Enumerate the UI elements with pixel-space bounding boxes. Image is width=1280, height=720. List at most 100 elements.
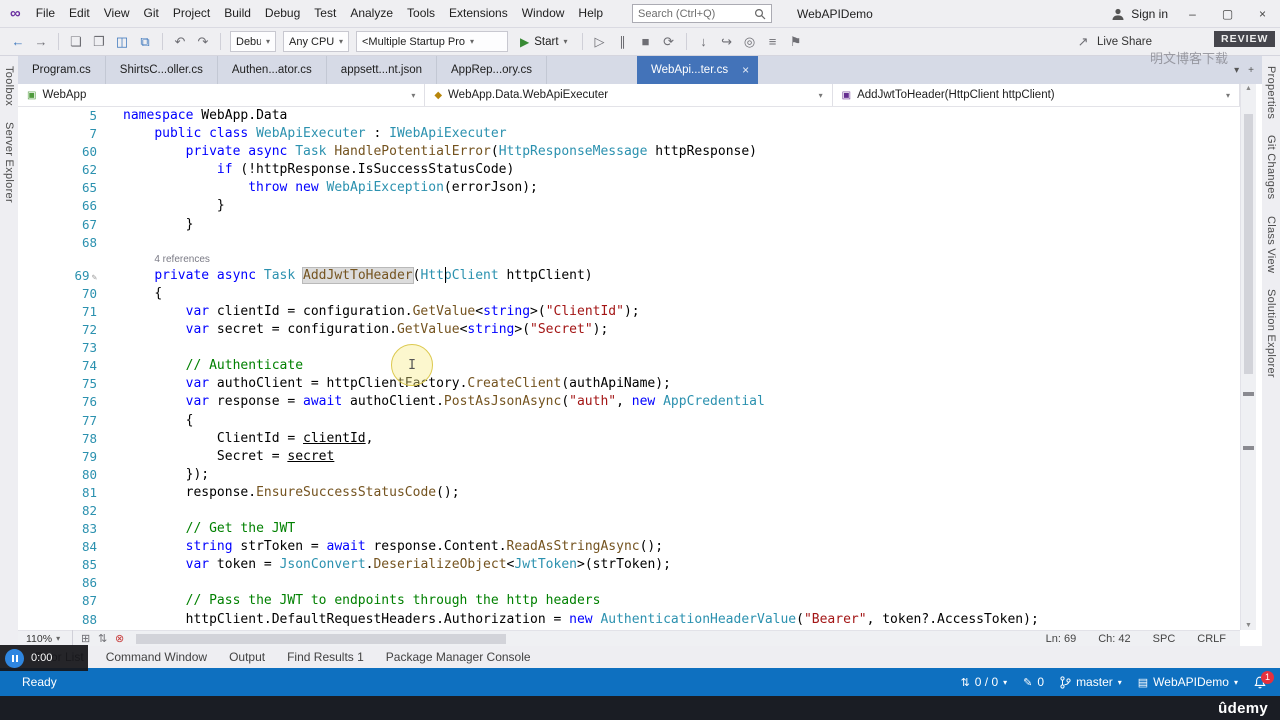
- code-line-88[interactable]: 88 httpClient.DefaultRequestHeaders.Auth…: [18, 611, 1240, 629]
- code-line-65[interactable]: 65 throw new WebApiException(errorJson);: [18, 179, 1240, 197]
- codelens-references[interactable]: 4 references: [18, 252, 1240, 267]
- tool-window-tab-solution-explorer[interactable]: Solution Explorer: [1265, 289, 1277, 378]
- close-button[interactable]: ×: [1245, 0, 1280, 28]
- step-over-icon[interactable]: ↪: [717, 34, 737, 50]
- error-indicator-icon[interactable]: ⊗: [111, 632, 128, 645]
- scrollbar-thumb[interactable]: [1244, 114, 1253, 374]
- code-line-80[interactable]: 80 });: [18, 466, 1240, 484]
- breadcrumb-3[interactable]: ▣ AddJwtToHeader(HttpClient httpClient) ▾: [833, 84, 1240, 106]
- code-line-67[interactable]: 67 }: [18, 216, 1240, 234]
- git-sync-status[interactable]: ⇅ 0 / 0 ▾: [961, 675, 1008, 689]
- tab-shirtsc-oller-cs[interactable]: ShirtsC...oller.cs: [106, 56, 218, 84]
- search-box[interactable]: Search (Ctrl+Q): [632, 4, 772, 23]
- menu-test[interactable]: Test: [307, 0, 343, 27]
- startup-project-dropdown[interactable]: <Multiple Startup Pro ▾: [356, 31, 508, 52]
- find-in-files-icon[interactable]: ◎: [740, 34, 760, 50]
- code-line-83[interactable]: 83 // Get the JWT: [18, 520, 1240, 538]
- code-line-87[interactable]: 87 // Pass the JWT to endpoints through …: [18, 592, 1240, 610]
- start-debugging-button[interactable]: ▶ Start ▾: [513, 31, 575, 53]
- code-line-62[interactable]: 62 if (!httpResponse.IsSuccessStatusCode…: [18, 161, 1240, 179]
- breadcrumb-1[interactable]: ▣ WebApp ▾: [18, 84, 426, 106]
- pan-view-icon[interactable]: ⊞: [77, 632, 94, 645]
- code-line-86[interactable]: 86: [18, 574, 1240, 592]
- configuration-dropdown[interactable]: Debu ▾: [230, 31, 276, 52]
- menu-git[interactable]: Git: [137, 0, 166, 27]
- nav-backward-icon[interactable]: ←: [8, 34, 28, 49]
- minimize-button[interactable]: –: [1175, 0, 1210, 28]
- bottom-panel-tab-package-manager-console[interactable]: Package Manager Console: [377, 650, 540, 664]
- platform-dropdown[interactable]: Any CPU ▾: [283, 31, 349, 52]
- live-share-button[interactable]: ↗ Live Share: [1073, 34, 1152, 50]
- tab-authen-ator-cs[interactable]: Authen...ator.cs: [218, 56, 327, 84]
- sign-in-button[interactable]: Sign in: [1111, 0, 1168, 28]
- redo-icon[interactable]: ↷: [193, 34, 213, 50]
- maximize-button[interactable]: ▢: [1210, 0, 1245, 28]
- code-line-85[interactable]: 85 var token = JsonConvert.DeserializeOb…: [18, 556, 1240, 574]
- menu-edit[interactable]: Edit: [62, 0, 97, 27]
- comment-icon[interactable]: ≡: [763, 34, 783, 49]
- tool-window-tab-properties[interactable]: Properties: [1265, 66, 1277, 119]
- tab-program-cs[interactable]: Program.cs: [18, 56, 106, 84]
- tool-window-tab-class-view[interactable]: Class View: [1265, 216, 1277, 273]
- code-line-71[interactable]: 71 var clientId = configuration.GetValue…: [18, 303, 1240, 321]
- tool-window-tab-toolbox[interactable]: Toolbox: [3, 66, 15, 106]
- tab-webapi-ter-cs[interactable]: WebApi...ter.cs ×: [636, 56, 759, 84]
- restart-icon[interactable]: ⟳: [659, 34, 679, 50]
- menu-file[interactable]: File: [29, 0, 62, 27]
- repo-selector[interactable]: ▤ WebAPIDemo ▾: [1138, 675, 1238, 689]
- code-line-78[interactable]: 78 ClientId = clientId,: [18, 430, 1240, 448]
- code-line-60[interactable]: 60 private async Task HandlePotentialErr…: [18, 143, 1240, 161]
- menu-analyze[interactable]: Analyze: [343, 0, 400, 27]
- tab-overflow-icon[interactable]: ▾: [1234, 65, 1239, 76]
- close-icon[interactable]: ×: [742, 63, 749, 77]
- menu-help[interactable]: Help: [571, 0, 610, 27]
- bookmark-icon[interactable]: ⚑: [786, 34, 806, 50]
- code-line-66[interactable]: 66 }: [18, 197, 1240, 215]
- break-all-icon[interactable]: ∥: [613, 34, 633, 50]
- menu-tools[interactable]: Tools: [400, 0, 442, 27]
- code-line-77[interactable]: 77 {: [18, 412, 1240, 430]
- code-line-73[interactable]: 73: [18, 339, 1240, 357]
- sync-view-icon[interactable]: ⇅: [94, 632, 111, 645]
- bottom-panel-tab-find-results-1[interactable]: Find Results 1: [278, 650, 373, 664]
- code-line-70[interactable]: 70 {: [18, 285, 1240, 303]
- git-branch-selector[interactable]: master ▾: [1060, 675, 1122, 689]
- vertical-scrollbar[interactable]: ▲ ▼: [1240, 84, 1256, 630]
- code-line-74[interactable]: 74 // Authenticate: [18, 357, 1240, 375]
- tool-window-tab-server-explorer[interactable]: Server Explorer: [3, 122, 15, 203]
- code-line-5[interactable]: 5 namespace WebApp.Data: [18, 107, 1240, 125]
- code-line-7[interactable]: 7 public class WebApiExecuter : IWebApiE…: [18, 125, 1240, 143]
- menu-window[interactable]: Window: [515, 0, 572, 27]
- stop-icon[interactable]: ■: [636, 34, 656, 49]
- save-all-icon[interactable]: ⧉: [135, 34, 155, 50]
- scroll-up-icon[interactable]: ▲: [1241, 85, 1256, 92]
- code-line-79[interactable]: 79 Secret = secret: [18, 448, 1240, 466]
- menu-debug[interactable]: Debug: [258, 0, 307, 27]
- nav-forward-icon[interactable]: →: [31, 34, 51, 49]
- new-file-icon[interactable]: ❏: [66, 34, 86, 50]
- pause-button[interactable]: [5, 648, 24, 668]
- code-line-76[interactable]: 76 var response = await authoClient.Post…: [18, 393, 1240, 411]
- code-line-75[interactable]: 75 var authoClient = httpClientFactory.C…: [18, 375, 1240, 393]
- code-editor[interactable]: 5 namespace WebApp.Data 7 public class Web…: [18, 107, 1240, 630]
- code-line-72[interactable]: 72 var secret = configuration.GetValue<s…: [18, 321, 1240, 339]
- menu-project[interactable]: Project: [166, 0, 217, 27]
- open-file-icon[interactable]: ❐: [89, 34, 109, 50]
- menu-view[interactable]: View: [97, 0, 137, 27]
- tool-window-tab-git-changes[interactable]: Git Changes: [1265, 135, 1277, 199]
- git-pending-changes[interactable]: ✎ 0: [1023, 675, 1044, 689]
- breadcrumb-2[interactable]: ◆ WebApp.Data.WebApiExecuter ▾: [425, 84, 833, 106]
- scrollbar-thumb[interactable]: [136, 633, 507, 644]
- notifications-button[interactable]: 1: [1254, 670, 1274, 689]
- code-line-81[interactable]: 81 response.EnsureSuccessStatusCode();: [18, 484, 1240, 502]
- code-line-82[interactable]: 82: [18, 502, 1240, 520]
- code-line-84[interactable]: 84 string strToken = await response.Cont…: [18, 538, 1240, 556]
- code-line-69[interactable]: 69 ✎ private async Task AddJwtToHeader(Ht…: [18, 266, 1240, 285]
- tab-apprep-ory-cs[interactable]: AppRep...ory.cs: [437, 56, 547, 84]
- bottom-panel-tab-command-window[interactable]: Command Window: [97, 650, 216, 664]
- save-icon[interactable]: ◫: [112, 34, 132, 50]
- bottom-panel-tab-output[interactable]: Output: [220, 650, 274, 664]
- scroll-down-icon[interactable]: ▼: [1241, 622, 1256, 629]
- step-into-icon[interactable]: ↓: [694, 34, 714, 49]
- tab-appsett-nt-json[interactable]: appsett...nt.json: [327, 56, 437, 84]
